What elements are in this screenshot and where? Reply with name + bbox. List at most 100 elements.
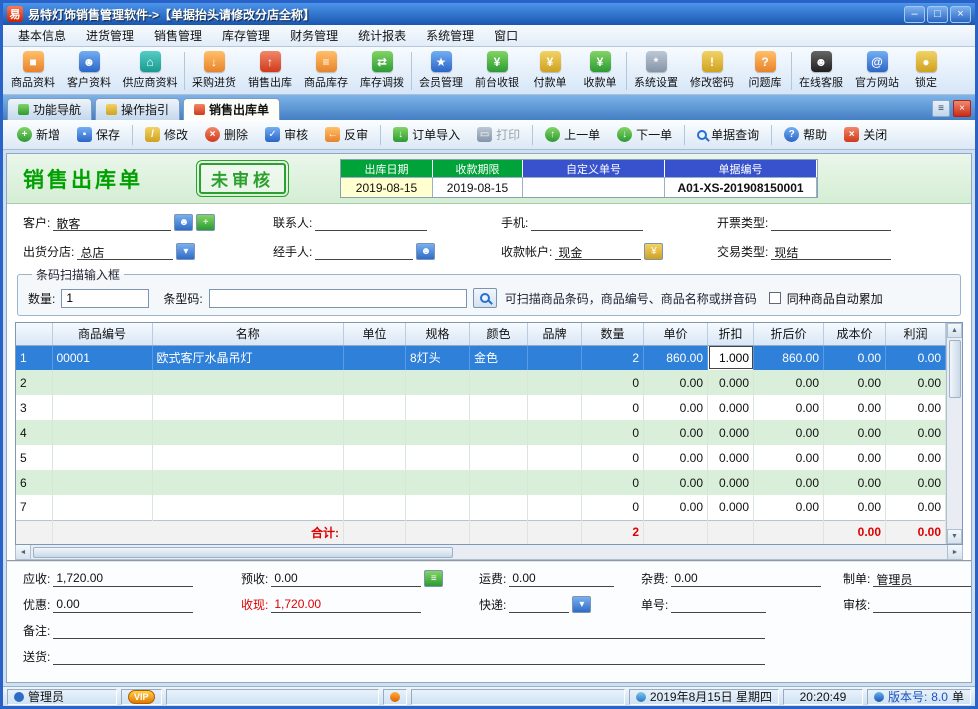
express-field[interactable] — [509, 597, 569, 613]
cell-profit[interactable]: 0.00 — [886, 495, 946, 520]
scroll-up-icon[interactable]: ▲ — [947, 323, 962, 338]
toolbar-purchase-in[interactable]: ↓采购进货 — [186, 48, 242, 94]
cell-qty[interactable]: 2 — [582, 345, 644, 370]
menu-item-basic-info[interactable]: 基本信息 — [9, 25, 75, 46]
toolbar-customer-info[interactable]: ☻客户资料 — [61, 48, 117, 94]
query-button[interactable]: 单据查询 — [689, 122, 767, 147]
grid-row-2[interactable]: 200.000.0000.000.000.00 — [16, 370, 946, 395]
menu-item-sales-mgmt[interactable]: 销售管理 — [145, 25, 211, 46]
cell-price[interactable]: 860.00 — [644, 345, 708, 370]
toolbar-faq[interactable]: ?问题库 — [740, 48, 790, 94]
panel-pin-button[interactable]: ≡ — [932, 100, 950, 117]
save-button[interactable]: ▪保存 — [69, 122, 128, 147]
col-discounted-price[interactable]: 折后价 — [754, 323, 824, 345]
toolbar-official-website[interactable]: @官方网站 — [849, 48, 905, 94]
minimize-button[interactable]: – — [904, 6, 925, 23]
tracking-field[interactable] — [671, 597, 766, 613]
cell-profit[interactable]: 0.00 — [886, 370, 946, 395]
cell-price[interactable]: 0.00 — [644, 395, 708, 420]
invoice-type-field[interactable] — [771, 215, 891, 231]
vertical-scrollbar[interactable]: ▲ ▼ — [946, 323, 962, 544]
prepaid-field[interactable]: 0.00 — [271, 571, 421, 587]
cell-brand[interactable] — [528, 370, 582, 395]
account-field[interactable]: 现金 — [555, 244, 641, 260]
cell-price[interactable]: 0.00 — [644, 495, 708, 520]
col-profit[interactable]: 利润 — [886, 323, 946, 345]
cell-brand[interactable] — [528, 345, 582, 370]
toolbar-settings[interactable]: *系统设置 — [628, 48, 684, 94]
cell-code[interactable] — [52, 370, 152, 395]
delete-button[interactable]: ×删除 — [197, 122, 256, 147]
cell-spec[interactable] — [406, 495, 470, 520]
cell-spec[interactable] — [406, 445, 470, 470]
contact-field[interactable] — [315, 215, 427, 231]
scroll-down-icon[interactable]: ▼ — [947, 529, 962, 544]
barcode-search-button[interactable] — [473, 288, 497, 308]
col-unit[interactable]: 单位 — [344, 323, 406, 345]
grid-row-7[interactable]: 700.000.0000.000.000.00 — [16, 495, 946, 520]
cell-code[interactable]: 00001 — [52, 345, 152, 370]
cell-cost[interactable]: 0.00 — [824, 370, 886, 395]
cell-code[interactable] — [52, 470, 152, 495]
cell-qty[interactable]: 0 — [582, 370, 644, 395]
col-brand[interactable]: 品牌 — [528, 323, 582, 345]
cell-brand[interactable] — [528, 395, 582, 420]
cell-profit[interactable]: 0.00 — [886, 395, 946, 420]
cell-name[interactable]: 欧式客厅水晶吊灯 — [152, 345, 344, 370]
cell-unit[interactable] — [344, 345, 406, 370]
cell-color[interactable]: 金色 — [470, 345, 528, 370]
horizontal-scroll-thumb[interactable] — [33, 547, 453, 558]
cell-color[interactable] — [470, 445, 528, 470]
cell-discount[interactable]: 0.000 — [708, 495, 754, 520]
cell-color[interactable] — [470, 420, 528, 445]
toolbar-stock-transfer[interactable]: ⇄库存调拨 — [354, 48, 410, 94]
grid-row-4[interactable]: 400.000.0000.000.000.00 — [16, 420, 946, 445]
col-rownum[interactable] — [16, 323, 52, 345]
cell-name[interactable] — [152, 470, 344, 495]
cell-qty[interactable]: 0 — [582, 420, 644, 445]
cell-discount[interactable]: 0.000 — [708, 445, 754, 470]
barcode-input[interactable] — [209, 289, 467, 308]
cell-code[interactable] — [52, 395, 152, 420]
misc-field[interactable]: 0.00 — [671, 571, 821, 587]
new-button[interactable]: +新增 — [9, 122, 68, 147]
handler-lookup-icon[interactable]: ☻ — [416, 243, 435, 260]
col-qty[interactable]: 数量 — [582, 323, 644, 345]
cell-unit[interactable] — [344, 370, 406, 395]
toolbar-members[interactable]: ★会员管理 — [413, 48, 469, 94]
branch-field[interactable]: 总店 — [77, 244, 173, 260]
cell-profit[interactable]: 0.00 — [886, 445, 946, 470]
cell-qty[interactable]: 0 — [582, 395, 644, 420]
menu-item-finance-mgmt[interactable]: 财务管理 — [281, 25, 347, 46]
scroll-left-icon[interactable]: ◄ — [16, 545, 31, 559]
cell-name[interactable] — [152, 420, 344, 445]
toolbar-stock[interactable]: ≡商品库存 — [298, 48, 354, 94]
cell-code[interactable] — [52, 445, 152, 470]
menu-item-window[interactable]: 窗口 — [485, 25, 527, 46]
toolbar-cashier[interactable]: ¥前台收银 — [469, 48, 525, 94]
toolbar-receipt[interactable]: ¥收款单 — [575, 48, 625, 94]
cell-unit[interactable] — [344, 495, 406, 520]
tab-function-nav[interactable]: 功能导航 — [7, 98, 92, 120]
express-lookup-icon[interactable]: ▾ — [572, 596, 591, 613]
cell-discounted-price[interactable]: 860.00 — [754, 345, 824, 370]
custom-no-field[interactable] — [523, 177, 665, 197]
discount-field[interactable]: 0.00 — [53, 597, 193, 613]
audit-field[interactable] — [873, 597, 971, 613]
cell-brand[interactable] — [528, 470, 582, 495]
menu-item-system-mgmt[interactable]: 系统管理 — [417, 25, 483, 46]
cell-discount[interactable]: 0.000 — [708, 395, 754, 420]
receivable-field[interactable]: 1,720.00 — [53, 571, 193, 587]
remark-field[interactable] — [53, 623, 765, 639]
cell-qty[interactable]: 0 — [582, 470, 644, 495]
col-code[interactable]: 商品编号 — [52, 323, 152, 345]
next-doc-button[interactable]: ↓下一单 — [609, 122, 680, 147]
account-lookup-icon[interactable]: ¥ — [644, 243, 663, 260]
cell-discounted-price[interactable]: 0.00 — [754, 445, 824, 470]
help-button[interactable]: ?帮助 — [776, 122, 835, 147]
cell-discounted-price[interactable]: 0.00 — [754, 395, 824, 420]
menu-item-purchase-mgmt[interactable]: 进货管理 — [77, 25, 143, 46]
cell-spec[interactable] — [406, 470, 470, 495]
cell-price[interactable]: 0.00 — [644, 470, 708, 495]
cell-brand[interactable] — [528, 445, 582, 470]
